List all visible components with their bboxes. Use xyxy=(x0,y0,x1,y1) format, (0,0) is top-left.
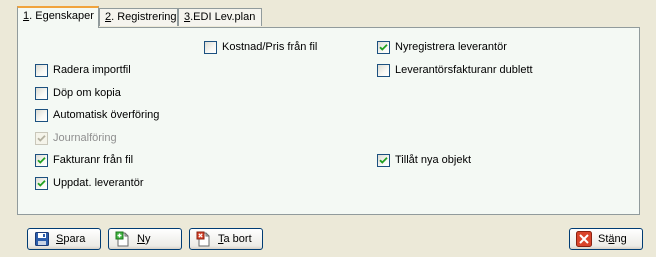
floppy-disk-icon xyxy=(34,231,50,247)
tab-label: .EDI Lev.plan xyxy=(190,11,256,23)
checkbox-box[interactable] xyxy=(204,40,217,54)
close-x-icon xyxy=(576,231,592,247)
delete-document-icon xyxy=(196,231,212,247)
checkbox-box[interactable] xyxy=(35,153,48,167)
button-label: ng xyxy=(614,233,627,245)
tab-registrering[interactable]: 2. Registrering xyxy=(99,8,178,26)
checkbox-tillat-nya-objekt[interactable]: Tillåt nya objekt xyxy=(377,152,471,168)
checkbox-uppdat-leverantor[interactable]: Uppdat. leverantör xyxy=(35,175,144,191)
checkbox-label: Tillåt nya objekt xyxy=(395,154,472,166)
check-mark-icon xyxy=(379,43,388,51)
checkbox-label: Uppdat. leverantör xyxy=(53,177,144,189)
tab-label: . Registrering xyxy=(111,11,177,23)
checkbox-label: Nyregistrera leverantör xyxy=(395,41,507,53)
checkbox-box[interactable] xyxy=(35,86,48,100)
button-mnemonic: N xyxy=(137,233,145,245)
checkbox-fakturanr-fran-fil[interactable]: Fakturanr från fil xyxy=(35,152,133,168)
checkbox-label: Kostnad/Pris från fil xyxy=(222,41,318,53)
button-label-prefix: St xyxy=(598,233,609,245)
checkbox-box[interactable] xyxy=(35,176,48,190)
checkbox-label: Radera importfil xyxy=(53,64,131,76)
save-button[interactable]: Spara xyxy=(27,228,101,250)
checkbox-box xyxy=(35,131,48,145)
check-mark-icon xyxy=(379,156,388,164)
checkbox-box[interactable] xyxy=(35,108,48,122)
check-mark-icon xyxy=(37,134,46,142)
new-document-icon xyxy=(115,231,131,247)
button-label: a bort xyxy=(223,233,252,245)
checkbox-label: Döp om kopia xyxy=(53,87,121,99)
checkbox-journalforing: Journalföring xyxy=(35,130,117,146)
close-button[interactable]: Stäng xyxy=(569,228,643,250)
tab-egenskaper[interactable]: 1. Egenskaper xyxy=(17,6,99,28)
new-button[interactable]: Ny xyxy=(108,228,182,250)
checkbox-label: Leverantörsfakturanr dublett xyxy=(395,64,533,76)
checkbox-kostnad-pris-fran-fil[interactable]: Kostnad/Pris från fil xyxy=(204,39,317,55)
button-label: para xyxy=(63,233,86,245)
checkbox-label: Fakturanr från fil xyxy=(53,154,134,166)
checkbox-box[interactable] xyxy=(377,63,390,77)
checkbox-box[interactable] xyxy=(377,40,390,54)
checkbox-leverantorsfakturanr-dublett[interactable]: Leverantörsfakturanr dublett xyxy=(377,62,533,78)
checkbox-automatisk-overforing[interactable]: Automatisk överföring xyxy=(35,107,159,123)
checkbox-box[interactable] xyxy=(35,63,48,77)
tab-edi-lev-plan[interactable]: 3.EDI Lev.plan xyxy=(178,8,262,26)
checkbox-radera-importfil[interactable]: Radera importfil xyxy=(35,62,131,78)
checkbox-dop-om-kopia[interactable]: Döp om kopia xyxy=(35,85,121,101)
check-mark-icon xyxy=(37,156,46,164)
checkbox-nyregistrera-leverantor[interactable]: Nyregistrera leverantör xyxy=(377,39,507,55)
checkbox-label: Journalföring xyxy=(53,132,117,144)
check-mark-icon xyxy=(37,179,46,187)
delete-button[interactable]: Ta bort xyxy=(189,228,263,250)
tab-label: . Egenskaper xyxy=(29,10,94,22)
button-label: y xyxy=(144,233,151,245)
tab-panel-egenskaper: Kostnad/Pris från fil Nyregistrera lever… xyxy=(17,27,640,215)
checkbox-box[interactable] xyxy=(377,153,390,167)
checkbox-label: Automatisk överföring xyxy=(53,109,160,121)
